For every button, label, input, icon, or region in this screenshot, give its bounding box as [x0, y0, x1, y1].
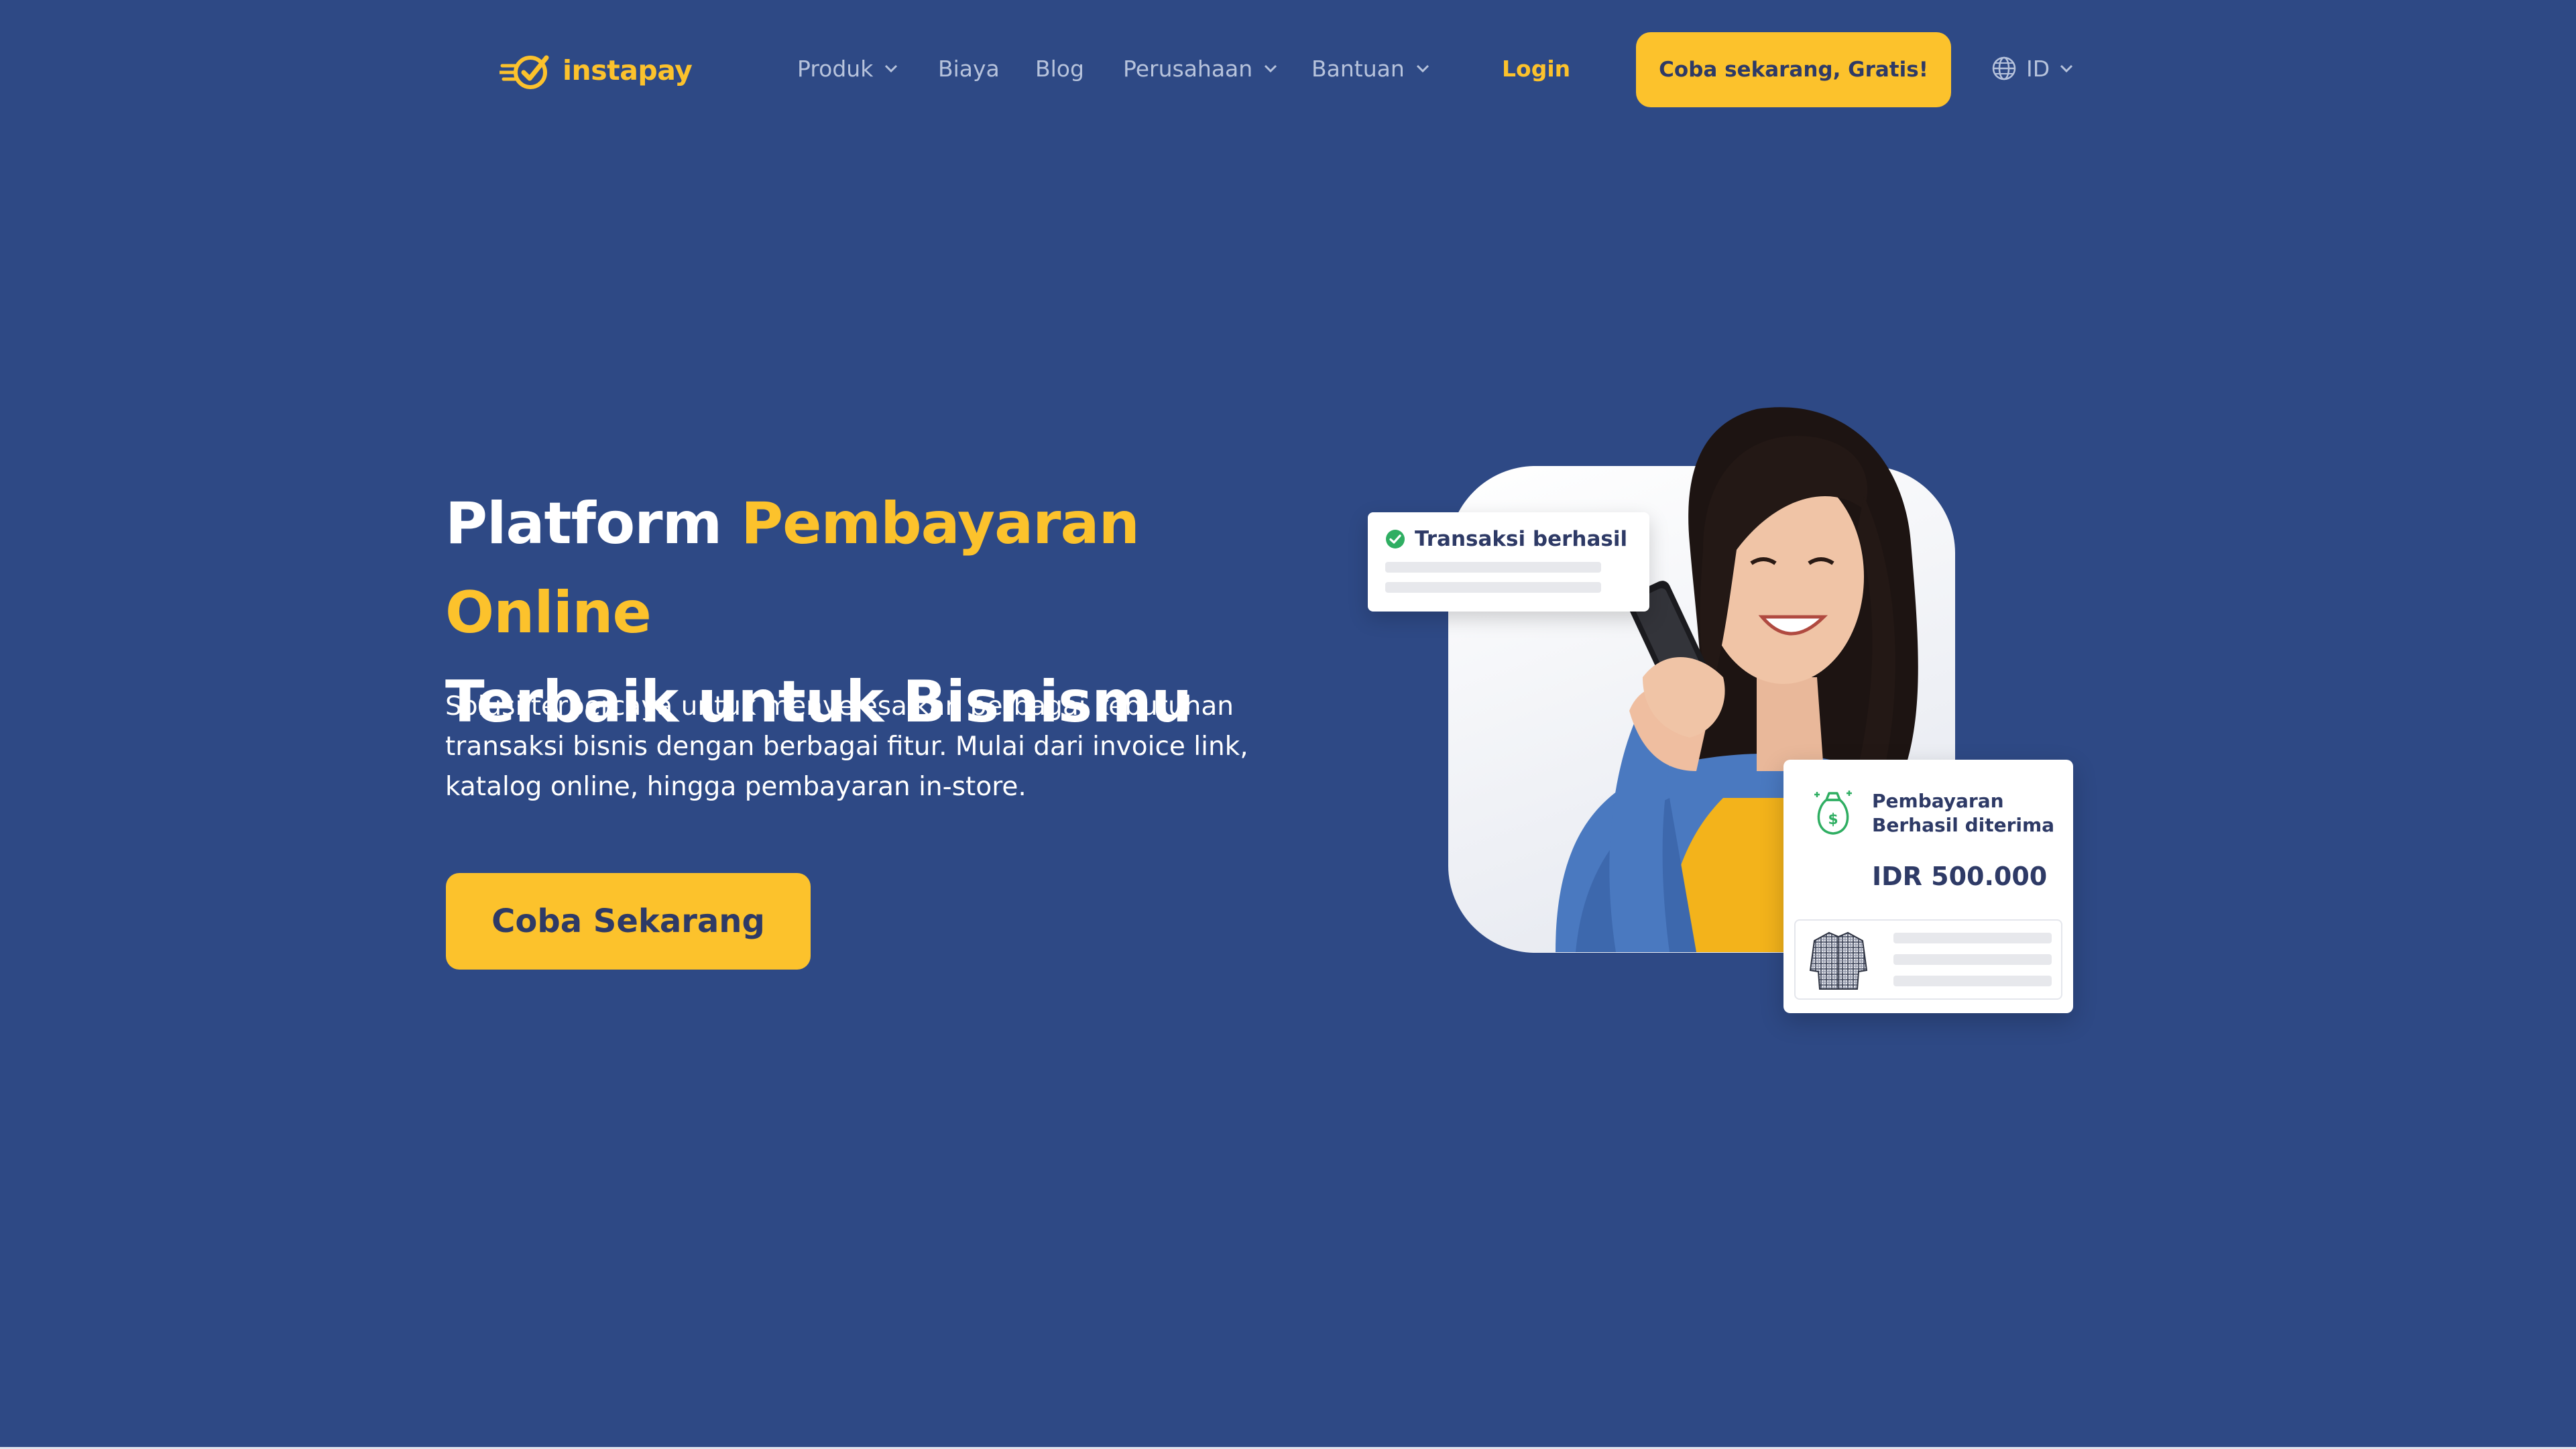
chevron-down-icon	[1416, 64, 1429, 73]
chevron-down-icon	[2060, 64, 2073, 73]
site-header: instapay Produk Biaya Blog Perusahaan Ba…	[0, 0, 2576, 137]
money-bag-icon: $	[1814, 791, 1852, 835]
login-link[interactable]: Login	[1502, 51, 1570, 86]
nav-item-label: Bantuan	[1311, 55, 1405, 82]
try-free-button[interactable]: Coba sekarang, Gratis!	[1636, 32, 1951, 107]
skeleton-line	[1893, 933, 2052, 943]
language-label: ID	[2026, 55, 2050, 82]
nav-item-perusahaan[interactable]: Perusahaan	[1123, 51, 1278, 86]
hero-subtitle: Solusi terpercaya untuk menyelesaikan be…	[445, 691, 1248, 802]
transaction-success-card: Transaksi berhasil	[1368, 512, 1649, 612]
chevron-down-icon	[1265, 64, 1277, 73]
nav-item-biaya[interactable]: Biaya	[938, 51, 1000, 86]
chevron-down-icon	[885, 64, 898, 73]
payment-amount: IDR 500.000	[1872, 862, 2048, 891]
instapay-logo[interactable]: instapay	[500, 48, 693, 93]
nav-item-blog[interactable]: Blog	[1035, 51, 1084, 86]
svg-text:$: $	[1828, 811, 1838, 828]
nav-item-label: Produk	[797, 55, 874, 82]
language-selector[interactable]: ID	[1991, 51, 2074, 86]
nav-item-label: Biaya	[938, 55, 1000, 82]
check-circle-icon	[1386, 530, 1405, 548]
logo-icon	[500, 55, 549, 89]
nav-item-produk[interactable]: Produk	[797, 51, 898, 86]
globe-icon	[1992, 56, 2016, 80]
nav-item-label: Perusahaan	[1123, 55, 1253, 82]
try-now-button[interactable]: Coba Sekarang	[446, 873, 811, 970]
skeleton-line	[1385, 582, 1601, 593]
nav-item-bantuan[interactable]: Bantuan	[1311, 51, 1430, 86]
skeleton-line	[1893, 954, 2052, 965]
transaction-success-title: Transaksi berhasil	[1415, 527, 1628, 551]
payment-received-card: $ Pembayaran Berhasil diterima IDR 500.0…	[1783, 760, 2073, 1013]
skeleton-line	[1893, 976, 2052, 986]
logo-text: instapay	[563, 54, 693, 86]
hero-title-part1: Platform	[445, 490, 742, 557]
product-item	[1794, 919, 2062, 1000]
nav-item-label: Blog	[1035, 55, 1084, 82]
shirt-icon	[1809, 931, 1868, 990]
skeleton-line	[1385, 562, 1601, 573]
payment-received-title: Pembayaran Berhasil diterima	[1872, 790, 2055, 836]
